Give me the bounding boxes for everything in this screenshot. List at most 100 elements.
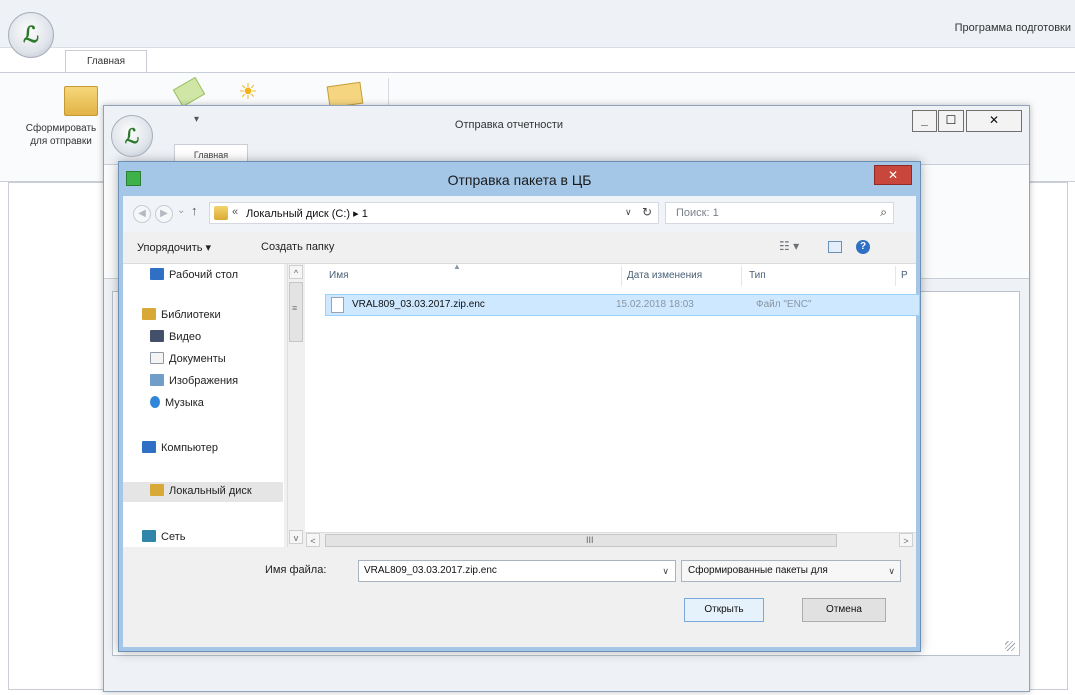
dialog-body: ◀ ▶ ⌄ ↑ « Локальный диск (C:) ▸ 1 ∨ ↻ По… <box>123 196 920 647</box>
filename-value[interactable]: VRAL809_03.03.2017.zip.enc <box>364 565 497 576</box>
minimize-button[interactable]: _ <box>912 110 937 132</box>
address-dropdown-icon[interactable]: ∨ <box>625 207 632 218</box>
documents-icon <box>150 352 164 364</box>
file-icon <box>331 297 344 313</box>
app-logo-icon[interactable]: ℒ <box>8 12 54 58</box>
organize-button[interactable]: Упорядочить ▾ <box>137 241 211 254</box>
recent-locations-chevron-icon[interactable]: ⌄ <box>177 205 185 216</box>
report-window-title: Отправка отчетности <box>454 119 564 131</box>
column-header-type[interactable]: Тип <box>749 264 766 288</box>
sidebar-item-label: Компьютер <box>161 442 218 454</box>
dialog-footer: Имя файла: VRAL809_03.03.2017.zip.enc ∨ … <box>123 548 916 647</box>
column-divider[interactable] <box>741 266 742 286</box>
sidebar-item-network[interactable]: Сеть <box>142 530 185 546</box>
preview-pane-icon[interactable] <box>828 241 842 253</box>
desktop-icon <box>150 268 164 280</box>
sort-ascending-icon: ▲ <box>453 262 461 271</box>
table-row[interactable]: VRAL809_03.03.2017.zip.enc 15.02.2018 18… <box>325 294 920 316</box>
dialog-titlebar: Отправка пакета в ЦБ ✕ <box>119 162 920 196</box>
sidebar-item-label: Локальный диск <box>169 485 252 497</box>
search-input[interactable]: Поиск: 1 <box>676 207 719 219</box>
sun-icon[interactable]: ☀ <box>236 81 260 103</box>
sidebar-item-pictures[interactable]: Изображения <box>150 374 238 392</box>
chevron-down-icon[interactable]: ∨ <box>888 566 895 577</box>
close-button[interactable]: ✕ <box>966 110 1022 132</box>
search-box[interactable]: Поиск: 1 ⌕ <box>665 202 894 224</box>
file-list: Имя ▲ Дата изменения Тип Р VRAL809_03.03… <box>305 262 920 532</box>
file-date-cell: 15.02.2018 18:03 <box>616 299 694 310</box>
scroll-right-icon[interactable]: > <box>899 533 913 547</box>
filename-label: Имя файла: <box>265 564 327 576</box>
computer-icon <box>142 441 156 453</box>
libraries-icon <box>142 308 156 320</box>
search-icon[interactable]: ⌕ <box>880 205 887 220</box>
nav-pane-scrollbar[interactable]: ^ ≡ v <box>287 264 303 547</box>
resize-grip-icon[interactable] <box>1005 641 1015 651</box>
filter-value[interactable]: Сформированные пакеты для <box>688 565 880 576</box>
open-button[interactable]: Открыть <box>684 598 764 622</box>
sidebar-item-desktop[interactable]: Рабочий стол <box>150 268 238 286</box>
column-header-name[interactable]: Имя <box>329 264 348 288</box>
address-bar[interactable]: « Локальный диск (C:) ▸ 1 ∨ ↻ <box>209 202 659 224</box>
sidebar-item-local-disk[interactable]: Локальный диск <box>150 484 285 502</box>
dialog-close-button[interactable]: ✕ <box>874 165 912 185</box>
generate-package-button[interactable]: Сформировать для отправки <box>16 122 106 148</box>
scroll-thumb[interactable]: III <box>325 534 837 547</box>
column-header-size[interactable]: Р <box>901 264 908 288</box>
folder-icon[interactable] <box>64 86 98 116</box>
sidebar-item-label: Библиотеки <box>161 309 221 321</box>
help-icon[interactable]: ? <box>856 240 870 254</box>
scroll-grip-icon: III <box>586 535 594 545</box>
file-name-cell: VRAL809_03.03.2017.zip.enc <box>352 299 485 310</box>
send-package-dialog: Отправка пакета в ЦБ ✕ ◀ ▶ ⌄ ↑ « Локальн… <box>118 161 921 652</box>
scroll-left-icon[interactable]: < <box>306 533 320 547</box>
forward-arrow-icon[interactable]: ▶ <box>155 205 173 223</box>
sidebar-item-label: Рабочий стол <box>169 269 239 281</box>
column-divider[interactable] <box>895 266 896 286</box>
sidebar-item-label: Видео <box>169 331 202 343</box>
main-titlebar: Программа подготовки <box>0 0 1075 48</box>
music-icon <box>150 396 160 408</box>
local-disk-icon <box>150 484 164 496</box>
cancel-button[interactable]: Отмена <box>802 598 886 622</box>
video-icon <box>150 330 164 342</box>
report-logo-icon[interactable]: ℒ <box>111 115 153 157</box>
sidebar-item-video[interactable]: Видео <box>150 330 201 348</box>
sidebar-item-libraries[interactable]: Библиотеки <box>142 308 221 326</box>
file-list-hscrollbar[interactable]: < III > <box>305 532 916 548</box>
sidebar-item-computer[interactable]: Компьютер <box>142 441 218 459</box>
address-path[interactable]: Локальный диск (C:) ▸ 1 <box>246 207 368 220</box>
main-app-title: Программа подготовки <box>954 22 1071 34</box>
view-options-icon[interactable]: ☷ ▾ <box>779 239 799 253</box>
back-arrow-icon[interactable]: ◀ <box>133 205 151 223</box>
command-bar: Упорядочить ▾ Создать папку ☷ ▾ ? <box>123 232 916 264</box>
navigation-pane: Рабочий стол Библиотеки Видео Документы … <box>123 264 284 547</box>
file-type-filter-select[interactable]: Сформированные пакеты для ∨ <box>681 560 901 582</box>
tab-home[interactable]: Главная <box>65 50 147 72</box>
address-prefix[interactable]: « <box>232 206 238 218</box>
folder-icon <box>214 206 228 220</box>
sidebar-item-music[interactable]: Музыка <box>150 396 204 414</box>
sidebar-item-label: Сеть <box>161 531 186 543</box>
sidebar-item-documents[interactable]: Документы <box>150 352 226 370</box>
scroll-up-icon[interactable]: ^ <box>289 265 303 279</box>
filename-field[interactable]: VRAL809_03.03.2017.zip.enc ∨ <box>358 560 676 582</box>
sidebar-item-label: Музыка <box>165 397 204 409</box>
sidebar-item-label: Изображения <box>169 375 239 387</box>
dialog-title: Отправка пакета в ЦБ <box>447 172 592 188</box>
network-icon <box>142 530 156 542</box>
pictures-icon <box>150 374 164 386</box>
scroll-grip-icon: ≡ <box>292 303 298 313</box>
scroll-down-icon[interactable]: v <box>289 530 303 544</box>
sidebar-item-label: Документы <box>169 353 226 365</box>
scroll-thumb[interactable]: ≡ <box>289 282 303 342</box>
maximize-button[interactable]: ☐ <box>938 110 964 132</box>
chevron-down-icon[interactable]: ∨ <box>662 566 669 577</box>
refresh-icon[interactable]: ↻ <box>642 205 652 219</box>
column-divider[interactable] <box>621 266 622 286</box>
up-arrow-icon[interactable]: ↑ <box>191 203 198 218</box>
column-header-date[interactable]: Дата изменения <box>627 264 702 288</box>
file-type-cell: Файл "ENC" <box>756 299 812 310</box>
new-folder-button[interactable]: Создать папку <box>261 241 334 253</box>
navigation-bar: ◀ ▶ ⌄ ↑ « Локальный диск (C:) ▸ 1 ∨ ↻ По… <box>123 196 916 232</box>
